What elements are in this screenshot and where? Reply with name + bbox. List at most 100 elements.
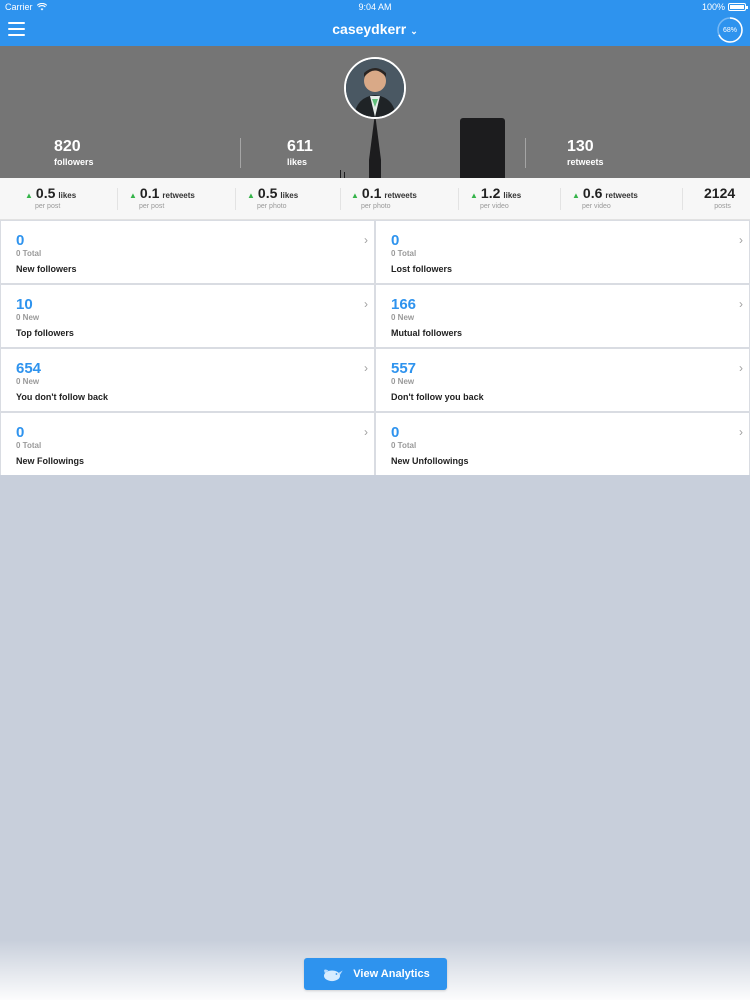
card-value: 10 <box>16 296 33 313</box>
status-time: 9:04 AM <box>358 2 392 12</box>
progress-label: 68% <box>722 26 737 34</box>
metric-value: 0.5 <box>35 185 56 201</box>
metric-value: 0.5 <box>257 185 278 201</box>
trend-up-icon: ▲ <box>572 191 580 200</box>
chevron-down-icon: ⌄ <box>410 26 418 36</box>
retweets-stat[interactable]: 130 retweets <box>567 138 604 167</box>
skyline-spire <box>369 118 381 178</box>
trend-up-icon: ▲ <box>351 191 359 200</box>
card-sub: 0 Total <box>391 249 417 258</box>
metric-divider <box>560 188 561 210</box>
card-you-dont-follow-back[interactable]: 654 0 New You don't follow back › <box>1 349 374 411</box>
retweets-label: retweets <box>567 157 604 167</box>
chevron-right-icon: › <box>364 297 368 311</box>
likes-label: likes <box>287 157 308 167</box>
chevron-right-icon: › <box>739 297 743 311</box>
card-top-followers[interactable]: 10 0 New Top followers › <box>1 285 374 347</box>
battery-icon <box>728 3 748 11</box>
followers-count: 820 <box>54 138 81 155</box>
metric-sub: per video <box>582 203 611 210</box>
view-analytics-button[interactable]: View Analytics <box>304 958 447 990</box>
card-mutual-followers[interactable]: 166 0 New Mutual followers › <box>376 285 749 347</box>
metric-unit: retweets <box>162 191 195 200</box>
follower-cards: 0 0 Total New followers › 0 0 Total Lost… <box>0 220 750 475</box>
card-label: Top followers <box>16 328 74 338</box>
metric-sub: per photo <box>361 203 391 210</box>
username-title: caseydkerr <box>332 21 407 37</box>
metric-retweets-per-video: ▲ 0.6 retweets per video <box>572 185 638 210</box>
card-value: 0 <box>391 424 400 441</box>
card-label: New followers <box>16 264 77 274</box>
metric-unit: likes <box>280 191 299 200</box>
card-sub: 0 Total <box>391 441 417 450</box>
progress-indicator[interactable]: 68% <box>716 16 744 44</box>
card-value: 166 <box>391 296 417 313</box>
metric-value: 0.1 <box>361 185 382 201</box>
skyline-tower <box>460 118 505 178</box>
metric-likes-per-photo: ▲ 0.5 likes per photo <box>247 185 298 210</box>
avatar[interactable] <box>344 57 406 119</box>
card-lost-followers[interactable]: 0 0 Total Lost followers › <box>376 221 749 283</box>
metric-divider <box>340 188 341 210</box>
metric-unit: retweets <box>384 191 417 200</box>
account-switcher[interactable]: caseydkerr ⌄ <box>0 21 750 37</box>
metric-value: 0.1 <box>139 185 160 201</box>
card-label: You don't follow back <box>16 392 108 402</box>
status-bar: Carrier 9:04 AM 100% <box>0 0 750 14</box>
card-label: Don't follow you back <box>391 392 484 402</box>
card-sub: 0 Total <box>16 441 42 450</box>
profile-header: 820 followers 611 likes 130 retweets <box>0 46 750 178</box>
trend-up-icon: ▲ <box>25 191 33 200</box>
card-new-unfollowings[interactable]: 0 0 Total New Unfollowings › <box>376 413 749 475</box>
metric-divider <box>117 188 118 210</box>
metric-divider <box>235 188 236 210</box>
metric-retweets-per-post: ▲ 0.1 retweets per post <box>129 185 195 210</box>
trend-up-icon: ▲ <box>470 191 478 200</box>
card-sub: 0 New <box>391 377 415 386</box>
posts-label: posts <box>714 203 731 210</box>
metric-divider <box>682 188 683 210</box>
card-sub: 0 New <box>16 313 40 322</box>
trend-up-icon: ▲ <box>247 191 255 200</box>
skyline-antenna <box>340 170 341 178</box>
battery-percent: 100% <box>701 2 725 12</box>
card-sub: 0 Total <box>16 249 42 258</box>
chevron-right-icon: › <box>364 425 368 439</box>
chevron-right-icon: › <box>364 361 368 375</box>
stat-divider <box>240 138 241 168</box>
followers-label: followers <box>54 157 94 167</box>
followers-stat[interactable]: 820 followers <box>54 138 94 167</box>
posts-count: 2124 posts <box>704 185 735 210</box>
metric-unit: likes <box>503 191 522 200</box>
metric-likes-per-post: ▲ 0.5 likes per post <box>25 185 76 210</box>
card-label: Lost followers <box>391 264 453 274</box>
metric-sub: per photo <box>257 203 287 210</box>
card-value: 0 <box>16 232 25 249</box>
chevron-right-icon: › <box>739 361 743 375</box>
nav-bar: caseydkerr ⌄ 68% <box>0 14 750 46</box>
view-analytics-label: View Analytics <box>353 968 430 980</box>
card-dont-follow-you-back[interactable]: 557 0 New Don't follow you back › <box>376 349 749 411</box>
metric-unit: likes <box>58 191 77 200</box>
card-label: New Unfollowings <box>391 456 469 466</box>
card-value: 654 <box>16 360 42 377</box>
chevron-right-icon: › <box>739 425 743 439</box>
likes-count: 611 <box>287 138 313 155</box>
metric-unit: retweets <box>605 191 638 200</box>
card-value: 0 <box>16 424 25 441</box>
metric-value: 0.6 <box>582 185 603 201</box>
card-sub: 0 New <box>391 313 415 322</box>
card-new-followers[interactable]: 0 0 Total New followers › <box>1 221 374 283</box>
engagement-metrics: ▲ 0.5 likes per post ▲ 0.1 retweets per post… <box>0 178 750 220</box>
metric-sub: per video <box>480 203 509 210</box>
likes-stat[interactable]: 611 likes <box>287 138 313 167</box>
metric-value: 1.2 <box>480 185 501 201</box>
card-label: Mutual followers <box>391 328 463 338</box>
metric-likes-per-video: ▲ 1.2 likes per video <box>470 185 521 210</box>
chevron-right-icon: › <box>364 233 368 247</box>
metric-sub: per post <box>139 203 165 210</box>
card-new-followings[interactable]: 0 0 Total New Followings › <box>1 413 374 475</box>
card-value: 557 <box>391 360 417 377</box>
card-label: New Followings <box>16 456 85 466</box>
bird-icon <box>324 969 343 982</box>
